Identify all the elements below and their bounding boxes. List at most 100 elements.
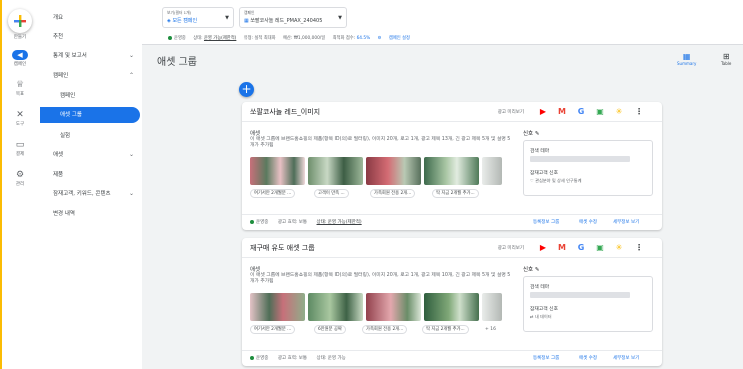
more-options-icon[interactable]: ⋮ xyxy=(634,107,644,117)
nav-item-asset-groups[interactable]: 애셋 그룹 xyxy=(40,107,140,123)
view-details-link[interactable]: 세부정보 보기 xyxy=(613,355,639,361)
layers-icon: ◈ xyxy=(167,18,171,24)
edit-assets-link[interactable]: 애셋 수정 xyxy=(579,219,597,225)
audience-signal-desc: ⇄ 내 데이터 xyxy=(530,314,552,319)
rail-item-tools[interactable]: ✕ 도구 xyxy=(0,110,40,127)
asset-group-title[interactable]: 재구매 유도 애셋 그룹 xyxy=(250,243,315,253)
signals-label: 신호 ✎ xyxy=(523,131,540,137)
nav-item-change-history[interactable]: 변경 내역 xyxy=(40,206,142,222)
display-icon: ▣ xyxy=(596,243,604,252)
add-asset-group-button[interactable]: + xyxy=(239,82,254,97)
google-search-icon: G xyxy=(577,107,585,116)
status-dot-icon xyxy=(250,355,254,360)
gear-icon: ⚙ xyxy=(377,36,382,41)
youtube-icon: ▶ xyxy=(539,243,547,252)
navigation-rail: 만들기 ◀ 캠페인 ♕ 목표 ✕ 도구 ▭ 결제 ⚙ 관리 xyxy=(0,0,40,369)
more-count[interactable]: + 16 xyxy=(485,327,496,332)
view-details-link[interactable]: 세부정보 보기 xyxy=(613,219,639,225)
card-footer: 운영중 광고 효력: 보통 상태: 운영 가능 등록정보 그룹 애셋 수정 세부… xyxy=(242,350,662,364)
nav-item-audiences[interactable]: 잠재고객, 키워드, 콘텐츠 ⌄ xyxy=(40,186,142,202)
asset-thumbnail xyxy=(308,293,363,321)
card-header: 쏘팔코사놀 레드_이미지 광고 미리보기 ▶ M G ▣ ✳ ⋮ xyxy=(242,102,662,122)
nav-item-recommendations[interactable]: 추천 xyxy=(40,29,142,45)
nav-item-overview[interactable]: 개요 xyxy=(40,10,142,26)
campaign-status-line: 운영중 상태: 운영 가능(제한적) 유형: 실적 최대화 예산: ₩1,000… xyxy=(168,35,416,41)
campaign-select[interactable]: 캠페인 ▦ 쏘팔코사놀 레드_PMAX_240405 ▼ xyxy=(239,7,347,28)
chevron-up-icon: ⌃ xyxy=(128,72,134,79)
rail-item-goals[interactable]: ♕ 목표 xyxy=(0,80,40,97)
card-footer: 운영중 광고 효력: 보통 상태: 운영 가능(제한적) 등록정보 그룹 애셋 … xyxy=(242,214,662,228)
gmail-icon: M xyxy=(558,243,566,252)
assets-description: 이 애셋 그룹에 브랜드홈쇼핑의 제품(항목 ID(의)로 필터링), 이미지 … xyxy=(250,137,511,148)
asset-thumbnail xyxy=(424,157,479,185)
chevron-down-icon: ⌄ xyxy=(128,151,134,158)
gear-icon: ⚙ xyxy=(15,170,25,180)
create-button[interactable] xyxy=(8,9,32,33)
trophy-icon: ♕ xyxy=(15,80,25,90)
table-view-icon: ⊞ xyxy=(722,52,730,61)
edit-pencil-icon[interactable]: ✎ xyxy=(535,267,540,273)
gmail-icon: M xyxy=(558,107,566,116)
plus-icon xyxy=(14,15,26,27)
asset-thumbnail xyxy=(424,293,479,321)
discover-icon: ✳ xyxy=(615,243,623,252)
edit-assets-link[interactable]: 애셋 수정 xyxy=(579,355,597,361)
rail-item-billing[interactable]: ▭ 결제 xyxy=(0,140,40,157)
dropdown-arrow-icon: ▼ xyxy=(338,15,342,21)
signals-label: 신호 ✎ xyxy=(523,267,540,273)
headline-chip: 고객이 만족 ... xyxy=(314,189,349,198)
asset-group-card: 쏘팔코사놀 레드_이미지 광고 미리보기 ▶ M G ▣ ✳ ⋮ 애셋 이 애셋… xyxy=(242,102,662,230)
nav-item-assets[interactable]: 애셋 ⌄ xyxy=(40,147,142,163)
asset-thumbnail xyxy=(250,293,305,321)
youtube-icon: ▶ xyxy=(539,107,547,116)
dropdown-arrow-icon: ▼ xyxy=(225,15,229,21)
audience-signal-label: 잠재고객 신호 xyxy=(530,171,559,176)
top-bar: 보기(필터 1개) ◈ 모든 캠페인 ▼ 캠페인 ▦ 쏘팔코사놀 레드_PMAX… xyxy=(142,0,743,45)
nav-item-campaigns[interactable]: 캠페인 xyxy=(40,88,142,104)
create-label: 만들기 xyxy=(13,35,27,40)
edit-pencil-icon[interactable]: ✎ xyxy=(535,131,540,137)
summary-view-button[interactable]: ▦ Summary xyxy=(677,52,696,66)
grid-view-icon: ▦ xyxy=(682,52,691,61)
table-view-button[interactable]: ⊞ Table xyxy=(721,52,731,66)
rail-item-campaigns[interactable]: ◀ 캠페인 xyxy=(0,50,40,67)
status-dot-icon xyxy=(168,35,172,40)
asset-group-title[interactable]: 쏘팔코사놀 레드_이미지 xyxy=(250,107,320,117)
page-title: 애셋 그룹 xyxy=(157,57,197,68)
nav-item-reports[interactable]: 통계 및 보고서 ⌄ xyxy=(40,48,142,64)
search-theme-redacted xyxy=(530,156,630,162)
headline-chip: 가족회원 전용 2개... xyxy=(370,189,416,198)
asset-thumbnail xyxy=(308,157,363,185)
asset-thumbnail xyxy=(366,293,421,321)
nav-item-products[interactable]: 제품 xyxy=(40,167,142,183)
view-filter-select[interactable]: 보기(필터 1개) ◈ 모든 캠페인 ▼ xyxy=(162,7,234,28)
discover-icon: ✳ xyxy=(615,107,623,116)
assets-description: 이 애셋 그룹에 브랜드홈쇼핑의 제품(항목 ID(의)로 필터링), 이미지 … xyxy=(250,273,511,284)
card-header: 재구매 유도 애셋 그룹 광고 미리보기 ▶ M G ▣ ✳ ⋮ xyxy=(242,238,662,258)
search-theme-redacted xyxy=(530,292,630,298)
google-search-icon: G xyxy=(577,243,585,252)
card-status: 운영중 광고 효력: 보통 상태: 운영 가능 xyxy=(250,355,354,361)
listing-group-link[interactable]: 등록정보 그룹 xyxy=(533,219,559,225)
search-theme-label: 검색 테마 xyxy=(530,149,550,154)
headline-chip: 여기서만 2개월분 ... xyxy=(250,325,296,334)
rail-item-admin[interactable]: ⚙ 관리 xyxy=(0,170,40,187)
campaign-type-icon: ▦ xyxy=(244,18,249,24)
more-options-icon[interactable]: ⋮ xyxy=(634,243,644,253)
status-value-link[interactable]: 운영 가능(제한적) xyxy=(204,36,236,41)
asset-thumbnail xyxy=(366,157,421,185)
nav-item-experiments[interactable]: 실험 xyxy=(40,128,142,144)
nav-item-campaigns-group[interactable]: 캠페인 ⌃ xyxy=(40,68,142,84)
headline-chip: 6만원분 공짜 xyxy=(314,325,346,334)
page-scrollbar-area[interactable] xyxy=(735,140,740,320)
megaphone-icon: ◀ xyxy=(12,50,28,60)
plus-icon: + xyxy=(241,82,252,96)
ad-preview-button[interactable]: 광고 미리보기 xyxy=(498,109,524,115)
ad-preview-button[interactable]: 광고 미리보기 xyxy=(498,245,524,251)
asset-thumbnail xyxy=(250,157,305,185)
chevron-down-icon: ⌄ xyxy=(128,190,134,197)
signals-box: 검색 테마 잠재고객 신호 ♡ 관심분야 및 상세 인구통계 xyxy=(523,140,653,196)
asset-thumbnail xyxy=(482,157,502,185)
campaign-settings-link[interactable]: ⚙ 캠페인 설정 xyxy=(378,36,410,41)
listing-group-link[interactable]: 등록정보 그룹 xyxy=(533,355,559,361)
